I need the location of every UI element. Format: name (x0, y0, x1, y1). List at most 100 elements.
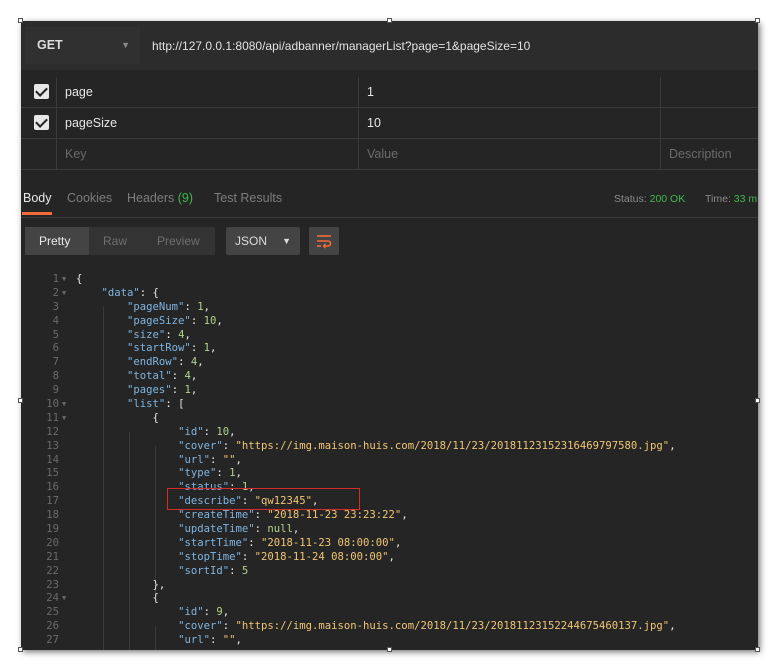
fold-arrow-icon[interactable]: ▼ (62, 273, 66, 287)
new-param-value-input[interactable]: Value (358, 139, 660, 169)
line-number: 2 (52, 286, 59, 299)
param-key-page[interactable]: page (56, 77, 358, 107)
code-text: "id": 9, (178, 606, 230, 619)
resize-handle-middle-left[interactable] (18, 398, 23, 403)
code-text: "pageSize": 10, (127, 314, 223, 327)
code-line: 12 "id": 10, (21, 426, 758, 440)
code-line: 4 "pageSize": 10, (21, 315, 758, 329)
code-line: 2 ▼ "data": { (21, 287, 758, 301)
fold-arrow-icon[interactable]: ▼ (62, 287, 66, 301)
line-number: 7 (52, 356, 59, 369)
code-text: "list": [ (127, 398, 185, 411)
param-description-page[interactable] (660, 77, 758, 107)
resize-handle-bottom-right[interactable] (755, 647, 760, 652)
chevron-down-icon: ▼ (121, 40, 130, 50)
code-text: "url": "", (178, 453, 242, 466)
line-number: 1 (52, 273, 59, 285)
code-line: 22 "sortId": 5 (21, 565, 758, 579)
code-text: "pageNum": 1, (127, 300, 210, 313)
line-number: 8 (52, 370, 59, 383)
tab-cookies[interactable]: Cookies (67, 191, 112, 205)
new-param-key-input[interactable]: Key (56, 139, 358, 169)
code-line: 23 }, (21, 579, 758, 593)
line-number: 4 (52, 314, 59, 327)
param-checkbox-page[interactable] (34, 84, 49, 99)
query-params-table: page 1 pageSize 10 Key Value Description (21, 77, 758, 170)
param-checkbox-pagesize[interactable] (34, 115, 49, 130)
code-line: 20 "startTime": "2018-11-23 08:00:00", (21, 537, 758, 551)
resize-handle-bottom-left[interactable] (18, 647, 23, 652)
code-line: 26 "cover": "https://img.maison-huis.com… (21, 620, 758, 634)
code-text: "type": 1, (178, 467, 242, 480)
response-time: Time: 33 m (705, 193, 757, 205)
line-number: 5 (52, 328, 59, 341)
line-number: 10 (46, 398, 59, 411)
code-line: 15 "type": 1, (21, 467, 758, 481)
code-text: "cover": "https://img.maison-huis.com/20… (178, 439, 676, 452)
param-row-pagesize: pageSize 10 (21, 108, 758, 139)
response-body-editor[interactable]: 1 ▼{2 ▼ "data": {3 "pageNum": 1, 4 "pageSiz… (21, 269, 758, 650)
format-label: JSON (235, 234, 268, 248)
resize-handle-top-right[interactable] (755, 18, 760, 23)
param-row-page: page 1 (21, 77, 758, 108)
code-text: "sortId": 5 (178, 564, 249, 577)
wrap-lines-icon (317, 235, 332, 249)
fold-arrow-icon[interactable]: ▼ (62, 398, 66, 412)
resize-handle-bottom-center[interactable] (387, 647, 392, 652)
new-param-description-input[interactable]: Description (660, 139, 758, 169)
fold-arrow-icon[interactable]: ▼ (62, 412, 66, 426)
code-text: "url": "", (178, 634, 242, 647)
code-text: "createTime": "2018-11-23 23:23:22", (178, 509, 408, 522)
view-mode-switch: Pretty Raw Preview (25, 227, 215, 255)
active-tab-indicator (22, 212, 52, 215)
line-number: 22 (46, 564, 59, 577)
http-method-select[interactable]: GET ▼ (25, 27, 140, 64)
status-value: 200 OK (649, 193, 686, 205)
code-line: 27 "url": "", (21, 634, 758, 648)
param-description-pagesize[interactable] (660, 108, 758, 138)
code-text: "updateTime": null, (178, 523, 300, 536)
line-number: 24 (46, 592, 59, 605)
view-preview-button[interactable]: Preview (157, 227, 200, 255)
chevron-down-icon: ▼ (282, 236, 291, 246)
line-number: 17 (46, 495, 59, 508)
line-number: 26 (46, 620, 59, 633)
tab-test-results[interactable]: Test Results (214, 191, 282, 205)
line-number: 14 (46, 453, 59, 466)
fold-arrow-icon[interactable]: ▼ (62, 592, 66, 606)
resize-handle-top-left[interactable] (18, 18, 23, 23)
wrap-lines-button[interactable] (309, 227, 339, 255)
request-url-input[interactable]: http://127.0.0.1:8080/api/adbanner/manag… (152, 39, 530, 53)
line-number: 9 (52, 384, 59, 397)
time-label: Time: (705, 193, 731, 205)
view-raw-button[interactable]: Raw (103, 227, 127, 255)
param-key-pagesize[interactable]: pageSize (56, 108, 358, 138)
param-value-page[interactable]: 1 (358, 77, 660, 107)
line-number: 6 (52, 342, 59, 355)
code-line: 18 "createTime": "2018-11-23 23:23:22", (21, 509, 758, 523)
code-text: "startTime": "2018-11-23 08:00:00", (178, 536, 402, 549)
format-select[interactable]: JSON ▼ (226, 227, 300, 255)
tab-body[interactable]: Body (23, 191, 52, 205)
code-text: { (76, 411, 159, 424)
request-url-bar: GET ▼ http://127.0.0.1:8080/api/adbanner… (21, 21, 758, 70)
code-text: "startRow": 1, (127, 342, 217, 355)
code-line: 10 ▼ "list": [ (21, 398, 758, 412)
code-line: 7 "endRow": 4, (21, 356, 758, 370)
line-number: 12 (46, 425, 59, 438)
code-line: 9 "pages": 1, (21, 384, 758, 398)
tab-headers[interactable]: Headers (9) (127, 191, 193, 205)
code-line: 6 "startRow": 1, (21, 342, 758, 356)
view-pretty-button[interactable]: Pretty (25, 227, 89, 255)
resize-handle-top-center[interactable] (387, 18, 392, 23)
line-number: 20 (46, 536, 59, 549)
response-status: Status: 200 OK (614, 193, 685, 205)
param-value-pagesize[interactable]: 10 (358, 108, 660, 138)
resize-handle-middle-right[interactable] (755, 398, 760, 403)
code-text: "stopTime": "2018-11-24 08:00:00", (178, 550, 395, 563)
code-line: 25 "id": 9, (21, 606, 758, 620)
code-text: "size": 4, (127, 328, 191, 341)
code-line: 16 "status": 1, (21, 481, 758, 495)
code-line: 21 "stopTime": "2018-11-24 08:00:00", (21, 551, 758, 565)
postman-window: GET ▼ http://127.0.0.1:8080/api/adbanner… (21, 21, 758, 650)
